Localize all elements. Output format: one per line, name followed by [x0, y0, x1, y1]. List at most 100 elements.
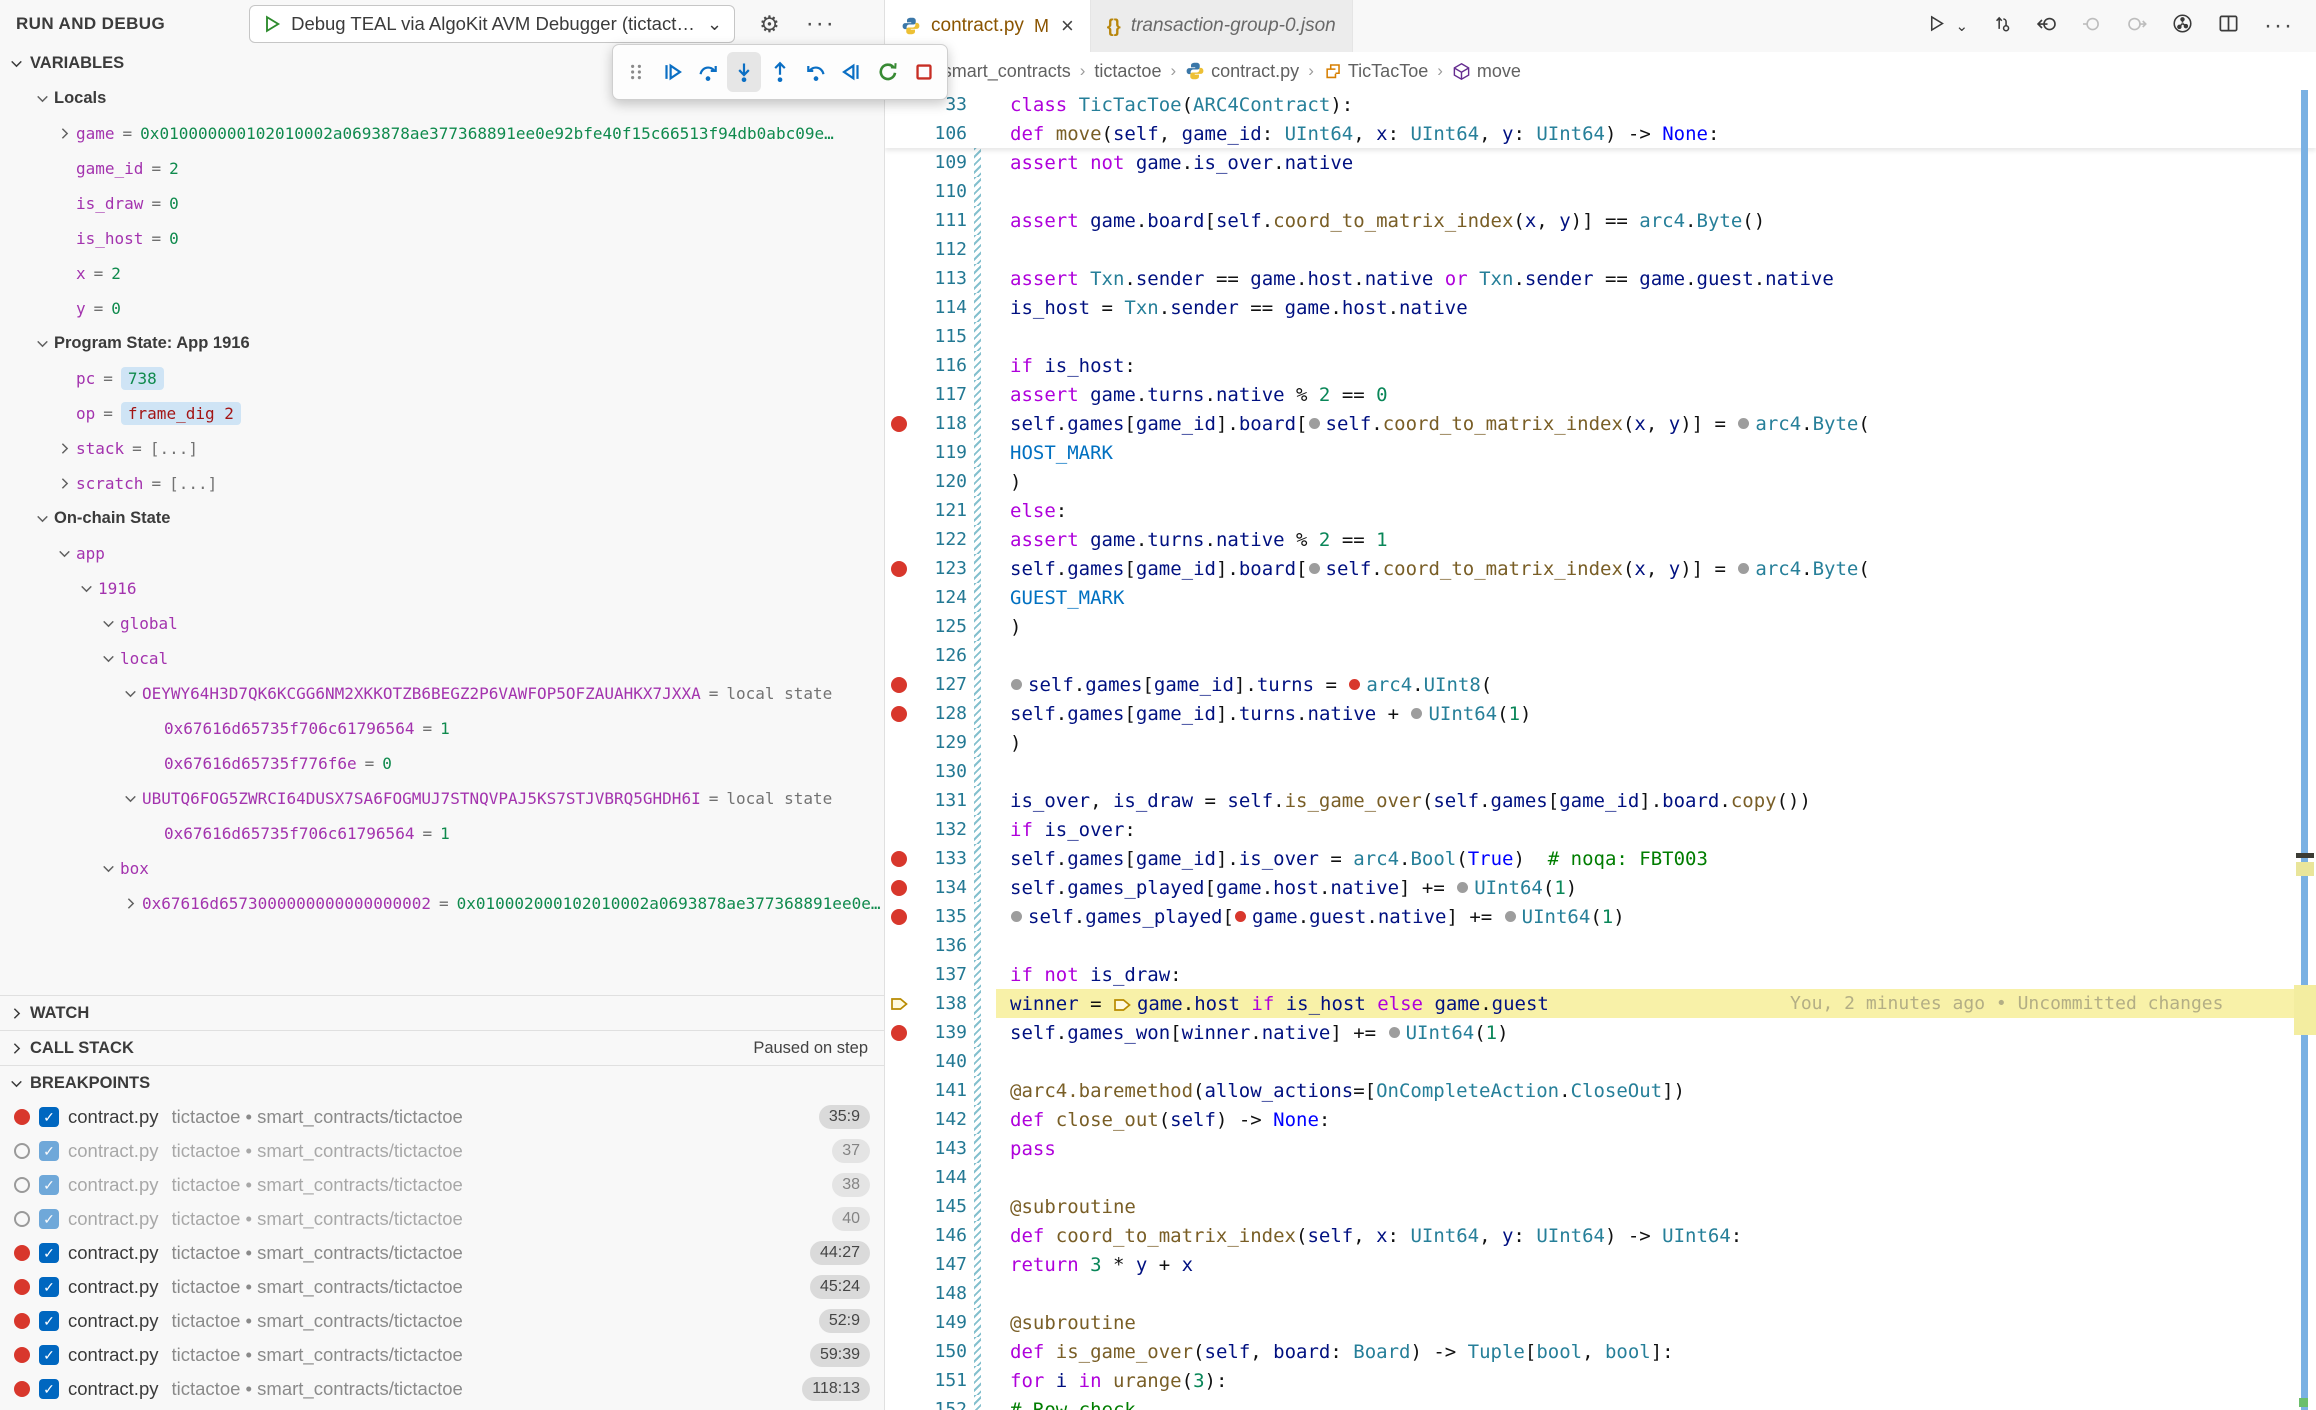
- breakpoint-checkbox[interactable]: [39, 1379, 59, 1399]
- code-editor[interactable]: 33class TicTacToe(ARC4Contract):106 def …: [885, 90, 2316, 1410]
- step-into-button[interactable]: [727, 52, 761, 92]
- rerun-button[interactable]: [1993, 14, 2012, 38]
- gutter[interactable]: 133: [885, 844, 996, 873]
- chevron-down-icon[interactable]: [96, 860, 120, 877]
- variable-row[interactable]: global: [0, 606, 884, 641]
- gutter[interactable]: 127: [885, 670, 996, 699]
- gutter[interactable]: 147: [885, 1250, 996, 1279]
- gutter[interactable]: 115: [885, 322, 996, 351]
- gutter[interactable]: 124: [885, 583, 996, 612]
- gutter[interactable]: 110: [885, 177, 996, 206]
- breakpoint-unverified-icon[interactable]: [14, 1177, 30, 1193]
- variable-row[interactable]: game_id=2: [0, 151, 884, 186]
- breakpoint-row[interactable]: contract.pytictactoe • smart_contracts/t…: [0, 1270, 884, 1304]
- chevron-down-icon[interactable]: ⌄: [1955, 17, 1968, 35]
- inline-breakpoint-icon[interactable]: [1235, 911, 1246, 922]
- step-back-button[interactable]: [799, 52, 833, 92]
- chevron-down-icon[interactable]: [30, 510, 54, 527]
- chevron-down-icon[interactable]: [30, 90, 54, 107]
- gutter[interactable]: 132: [885, 815, 996, 844]
- breakpoint-row[interactable]: contract.pytictactoe • smart_contracts/t…: [0, 1372, 884, 1406]
- variable-row[interactable]: is_host=0: [0, 221, 884, 256]
- gutter[interactable]: 134: [885, 873, 996, 902]
- gutter[interactable]: 135: [885, 902, 996, 931]
- breakpoint-icon[interactable]: [14, 1245, 30, 1261]
- overview-ruler[interactable]: [2294, 90, 2316, 1410]
- gutter[interactable]: 137: [885, 960, 996, 989]
- variable-row[interactable]: 0x67616d6573000000000000000002=0x0100020…: [0, 886, 884, 921]
- inline-breakpoint-candidate-icon[interactable]: [1309, 563, 1320, 574]
- chevron-down-icon[interactable]: [52, 545, 76, 562]
- gutter[interactable]: 128: [885, 699, 996, 728]
- inline-breakpoint-candidate-icon[interactable]: [1411, 708, 1422, 719]
- breadcrumb[interactable]: oe›smart_contracts›tictactoe›contract.py…: [885, 52, 2316, 90]
- gutter[interactable]: 116: [885, 351, 996, 380]
- gutter[interactable]: 126: [885, 641, 996, 670]
- step-out-button[interactable]: [763, 52, 797, 92]
- breakpoint-icon[interactable]: [14, 1279, 30, 1295]
- nav-back-button[interactable]: [2037, 14, 2057, 39]
- nav-prev-button[interactable]: [2082, 14, 2102, 39]
- variable-row[interactable]: game=0x010000000102010002a0693878ae37736…: [0, 116, 884, 151]
- breakpoint-icon[interactable]: [14, 1381, 30, 1397]
- gutter[interactable]: 149: [885, 1308, 996, 1337]
- breadcrumb-item-tictactoe[interactable]: tictactoe: [1094, 61, 1161, 82]
- gutter[interactable]: 131: [885, 786, 996, 815]
- current-step-gutter-icon[interactable]: [885, 996, 913, 1012]
- gutter[interactable]: 117: [885, 380, 996, 409]
- inline-breakpoint-candidate-icon[interactable]: [1011, 679, 1022, 690]
- breakpoints-section-header[interactable]: BREAKPOINTS: [0, 1065, 884, 1100]
- gutter[interactable]: 151: [885, 1366, 996, 1395]
- debug-config-dropdown[interactable]: Debug TEAL via AlgoKit AVM Debugger (tic…: [249, 5, 735, 43]
- breakpoint-checkbox[interactable]: [39, 1311, 59, 1331]
- chevron-down-icon[interactable]: [118, 790, 142, 807]
- breakpoint-gutter-icon[interactable]: [885, 677, 913, 693]
- gutter[interactable]: 140: [885, 1047, 996, 1076]
- variable-row[interactable]: 0x67616d65735f706c61796564=1: [0, 711, 884, 746]
- breakpoint-gutter-icon[interactable]: [885, 909, 913, 925]
- inline-breakpoint-candidate-icon[interactable]: [1389, 1027, 1400, 1038]
- breakpoint-checkbox[interactable]: [39, 1175, 59, 1195]
- chevron-down-icon[interactable]: [74, 580, 98, 597]
- chevron-down-icon[interactable]: [96, 650, 120, 667]
- gutter[interactable]: 150: [885, 1337, 996, 1366]
- chevron-right-icon[interactable]: [118, 895, 142, 912]
- gear-icon[interactable]: ⚙: [759, 11, 780, 38]
- variable-row[interactable]: local: [0, 641, 884, 676]
- inline-breakpoint-candidate-icon[interactable]: [1011, 911, 1022, 922]
- more-actions-icon[interactable]: ···: [2264, 12, 2294, 40]
- variable-row[interactable]: 0x67616d65735f706c61796564=1: [0, 816, 884, 851]
- breakpoint-icon[interactable]: [14, 1347, 30, 1363]
- variable-row[interactable]: pc=738: [0, 361, 884, 396]
- breakpoint-checkbox[interactable]: [39, 1209, 59, 1229]
- variable-row[interactable]: y=0: [0, 291, 884, 326]
- variable-row[interactable]: box: [0, 851, 884, 886]
- breakpoint-checkbox[interactable]: [39, 1277, 59, 1297]
- breakpoint-gutter-icon[interactable]: [885, 1025, 913, 1041]
- breadcrumb-item-contract.py[interactable]: contract.py: [1185, 61, 1299, 82]
- chevron-down-icon[interactable]: [118, 685, 142, 702]
- gutter[interactable]: 138: [885, 989, 996, 1018]
- variable-row[interactable]: 1916: [0, 571, 884, 606]
- gutter[interactable]: 145: [885, 1192, 996, 1221]
- breakpoint-icon[interactable]: [14, 1109, 30, 1125]
- breakpoint-row[interactable]: contract.pytictactoe • smart_contracts/t…: [0, 1168, 884, 1202]
- scope-header-row[interactable]: On-chain State: [0, 501, 884, 536]
- gutter[interactable]: 136: [885, 931, 996, 960]
- step-over-button[interactable]: [691, 52, 725, 92]
- breakpoint-checkbox[interactable]: [39, 1345, 59, 1365]
- gutter[interactable]: 106: [885, 119, 996, 148]
- breadcrumb-item-move[interactable]: move: [1452, 61, 1521, 82]
- variable-row[interactable]: stack=[...]: [0, 431, 884, 466]
- gutter[interactable]: 123: [885, 554, 996, 583]
- chevron-down-icon[interactable]: [30, 335, 54, 352]
- gutter[interactable]: 129: [885, 728, 996, 757]
- breadcrumb-item-smart_contracts[interactable]: smart_contracts: [943, 61, 1071, 82]
- chevron-right-icon[interactable]: [52, 125, 76, 142]
- breakpoint-unverified-icon[interactable]: [14, 1143, 30, 1159]
- gutter[interactable]: 148: [885, 1279, 996, 1308]
- breakpoint-row[interactable]: contract.pytictactoe • smart_contracts/t…: [0, 1338, 884, 1372]
- variable-row[interactable]: op=frame_dig 2: [0, 396, 884, 431]
- variable-row[interactable]: is_draw=0: [0, 186, 884, 221]
- continue-button[interactable]: [655, 52, 689, 92]
